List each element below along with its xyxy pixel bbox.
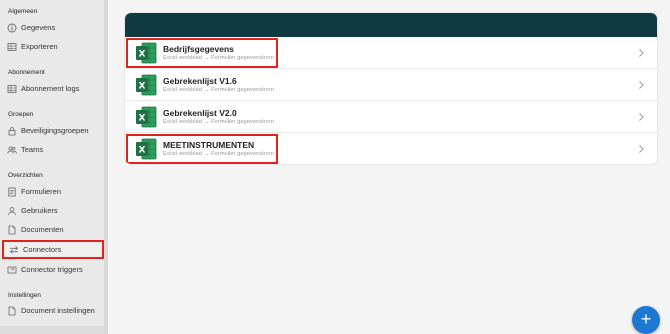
excel-icon: X <box>136 106 157 127</box>
excel-icon: X <box>136 74 157 95</box>
sidebar-item-gegevens[interactable]: Gegevens <box>6 20 102 35</box>
sidebar-item-beveiligingsgroepen[interactable]: Beveiligingsgroepen <box>6 123 102 138</box>
users-icon <box>6 144 17 155</box>
sidebar-item-label: Formulieren <box>21 187 62 196</box>
chevron-right-icon <box>639 49 644 57</box>
connector-row[interactable]: X Gebrekenlijst V1.6 Excel werkblad → Fo… <box>125 69 657 101</box>
chevron-right-icon <box>639 113 644 121</box>
connector-row[interactable]: X MEETINSTRUMENTEN Excel werkblad → Form… <box>125 133 657 164</box>
info-icon <box>6 22 17 33</box>
sidebar-item-teams[interactable]: Teams <box>6 142 102 157</box>
sidebar-item-formulieren[interactable]: Formulieren <box>6 184 102 199</box>
sidebar-scroll-area <box>0 326 108 334</box>
sidebar-item-label: Teams <box>21 145 44 154</box>
sidebar-item-connectors[interactable]: Connectors <box>2 240 104 259</box>
grid-icon <box>6 83 17 94</box>
svg-text:X: X <box>139 113 146 123</box>
sidebar-item-document-instellingen[interactable]: Document instellingen <box>6 303 102 318</box>
sidebar: Algemeen Gegevens Exporteren Abonnement … <box>0 0 108 334</box>
lock-icon <box>6 125 17 136</box>
svg-text:X: X <box>139 81 146 91</box>
card-header <box>125 13 657 37</box>
connector-subtitle: Excel werkblad → Formulier gegevensbron <box>163 86 274 93</box>
document-icon <box>6 224 17 235</box>
connector-title: Gebrekenlijst V2.0 <box>163 107 237 118</box>
trigger-icon <box>6 264 17 275</box>
sidebar-item-label: Beveiligingsgroepen <box>21 126 89 135</box>
user-icon <box>6 205 17 216</box>
section-heading-algemeen: Algemeen <box>8 8 38 15</box>
sidebar-item-label: Exporteren <box>21 42 58 51</box>
form-icon <box>6 186 17 197</box>
connector-subtitle: Excel werkblad → Formulier gegevensbron <box>163 118 274 125</box>
sidebar-item-exporteren[interactable]: Exporteren <box>6 39 102 54</box>
main-content: X Bedrijfsgegevens Excel werkblad → Form… <box>108 0 670 334</box>
sidebar-item-label: Connectors <box>23 245 62 254</box>
connector-title: Gebrekenlijst V1.6 <box>163 75 237 86</box>
sidebar-item-label: Connector triggers <box>21 265 83 274</box>
sidebar-item-label: Document instellingen <box>21 306 95 315</box>
section-heading-groepen: Groepen <box>8 111 34 118</box>
sidebar-item-connector-triggers[interactable]: Connector triggers <box>6 262 102 277</box>
chevron-right-icon <box>639 81 644 89</box>
arrows-icon <box>8 244 19 255</box>
section-heading-instellingen: Instellingen <box>8 292 41 299</box>
sidebar-item-documenten[interactable]: Documenten <box>6 222 102 237</box>
chevron-right-icon <box>639 145 644 153</box>
sidebar-item-label: Gebruikers <box>21 206 58 215</box>
sidebar-item-label: Documenten <box>21 225 64 234</box>
connectors-card: X Bedrijfsgegevens Excel werkblad → Form… <box>125 13 657 164</box>
sidebar-item-abonnement-logs[interactable]: Abonnement logs <box>6 81 102 96</box>
document-icon <box>6 305 17 316</box>
highlight-box <box>126 134 278 164</box>
section-heading-abonnement: Abonnement <box>8 69 45 76</box>
section-heading-overzichten: Overzichten <box>8 172 43 179</box>
sidebar-item-gebruikers[interactable]: Gebruikers <box>6 203 102 218</box>
connector-row[interactable]: X Gebrekenlijst V2.0 Excel werkblad → Fo… <box>125 101 657 133</box>
add-button[interactable]: + <box>632 306 660 334</box>
sidebar-item-label: Abonnement logs <box>21 84 80 93</box>
grid-icon <box>6 41 17 52</box>
sidebar-item-label: Gegevens <box>21 23 56 32</box>
connector-row[interactable]: X Bedrijfsgegevens Excel werkblad → Form… <box>125 37 657 69</box>
highlight-box <box>126 38 278 68</box>
